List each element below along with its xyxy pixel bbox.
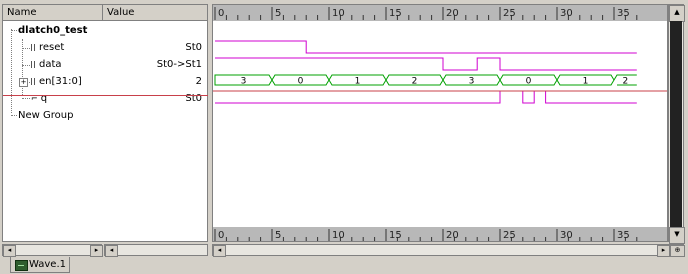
signal-row-reset[interactable]: reset St0 (3, 39, 208, 56)
signal-icon (31, 61, 35, 68)
ruler-bottom-tick-label: 35 (617, 230, 630, 241)
module-label: dlatch0_test (18, 25, 88, 36)
group-label: New Group (18, 110, 74, 121)
reset-waveform (215, 40, 637, 54)
scroll-left-button[interactable]: ◂ (105, 245, 118, 257)
signal-name: en[31:0] (39, 76, 82, 87)
q-waveform (215, 90, 637, 104)
en-bus-value: 1 (355, 77, 361, 87)
en-bus-value: 3 (241, 77, 247, 87)
signal-icon (31, 44, 35, 51)
scroll-right-button[interactable]: ▸ (90, 245, 103, 257)
ruler-bottom-tick-label: 10 (332, 230, 345, 241)
signal-value: St0 (185, 93, 202, 104)
en-bus-value: 0 (298, 77, 304, 87)
ruler-bottom-tick-label: 15 (389, 230, 402, 241)
signal-value: St0 (185, 42, 202, 53)
signal-value: St0->St1 (156, 59, 202, 70)
ruler-top-tick-label: 15 (389, 8, 402, 19)
en-bus-value: 0 (526, 77, 532, 87)
ruler-top-tick-label: 25 (503, 8, 516, 19)
name-column-header[interactable]: Name (3, 5, 103, 21)
bus-icon (31, 78, 35, 85)
tab-label: Wave.1 (29, 259, 66, 270)
signal-name: reset (39, 42, 65, 53)
signal-row-data[interactable]: data St0->St1 (3, 56, 208, 73)
tab-wave-1[interactable]: Wave.1 (10, 257, 70, 273)
ruler-top-tick-label: 20 (446, 8, 459, 19)
en-bus-value: 1 (583, 77, 589, 87)
ruler-bottom-tick-label: 30 (560, 230, 573, 241)
scroll-right-button[interactable]: ▸ (657, 245, 670, 257)
ruler-bottom-tick-label: 0 (218, 230, 224, 241)
scroll-left-button[interactable]: ◂ (3, 245, 16, 257)
signal-name: data (39, 59, 62, 70)
ruler-top-tick-label: 0 (218, 8, 224, 19)
ruler-bottom-tick-label: 20 (446, 230, 459, 241)
wave-window-icon (15, 260, 28, 271)
ruler-bottom-tick-label: 5 (275, 230, 281, 241)
zoom-icon[interactable]: ⊕ (670, 245, 685, 257)
value-column-header[interactable]: Value (103, 5, 208, 21)
wave-hscrollbar[interactable]: ◂ ▸ ⊕ (212, 244, 685, 257)
scroll-thumb[interactable] (670, 21, 682, 227)
en-bus-value: 2 (412, 77, 418, 87)
expand-icon[interactable]: + (19, 78, 28, 87)
signal-row-en[interactable]: + en[31:0] 2 (3, 73, 208, 90)
en-bus-value: 2 (623, 77, 629, 87)
tree-row-new-group[interactable]: New Group (3, 107, 208, 124)
ruler-top-tick-label: 10 (332, 8, 345, 19)
ruler-top-tick-label: 5 (275, 8, 281, 19)
data-waveform (215, 57, 637, 71)
scroll-left-button[interactable]: ◂ (213, 245, 226, 257)
signal-row-q[interactable]: ⌐ q St0 (3, 90, 208, 107)
tree-row-module[interactable]: dlatch0_test (3, 22, 208, 39)
ruler-top-tick-label: 35 (617, 8, 630, 19)
signal-value: 2 (195, 76, 202, 87)
vertical-scrollbar[interactable]: ▲ ▼ (668, 4, 685, 244)
signal-name-pane: Name Value dlatch0_test reset St0 data S… (2, 4, 209, 242)
scroll-down-button[interactable]: ▼ (669, 227, 685, 244)
en-bus-value: 3 (469, 77, 475, 87)
waveform-pane[interactable]: 0 5 10 15 20 25 30 35 0 5 10 15 20 25 30 35 3 0 1 2 3 0 1 2 (212, 4, 668, 242)
ruler-bottom-tick-label: 25 (503, 230, 516, 241)
value-hscrollbar[interactable]: ◂ (104, 244, 208, 257)
cursor-line (3, 95, 209, 96)
scroll-up-button[interactable]: ▲ (669, 5, 685, 22)
name-hscrollbar[interactable]: ◂ ▸ (2, 244, 103, 257)
ruler-top-tick-label: 30 (560, 8, 573, 19)
waveform-canvas[interactable]: 0 5 10 15 20 25 30 350 5 10 15 20 25 30 353 0 1 2 3 0 1 2 (213, 5, 668, 242)
